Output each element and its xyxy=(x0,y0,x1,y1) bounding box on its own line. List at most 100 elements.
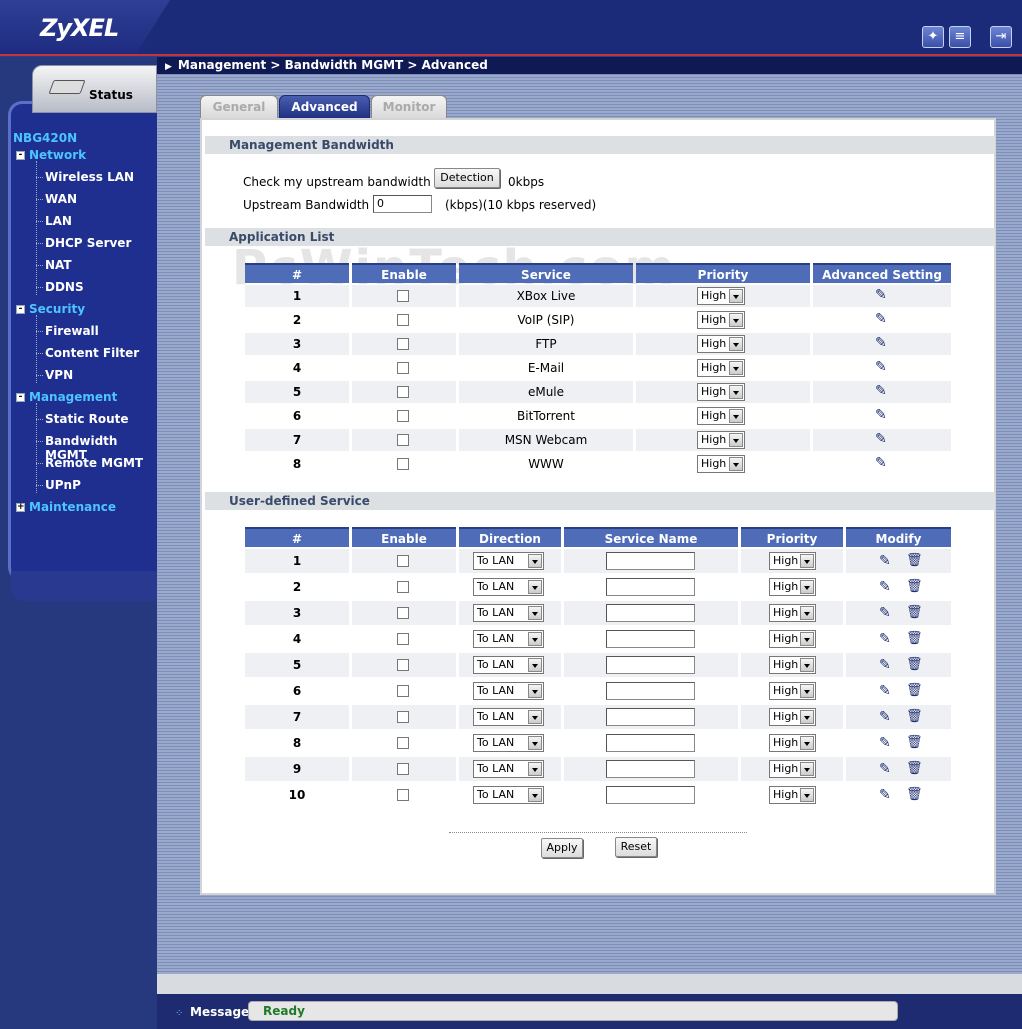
chevron-down-icon[interactable] xyxy=(528,710,542,724)
edit-icon[interactable]: ✎ xyxy=(879,606,893,620)
chevron-down-icon[interactable] xyxy=(528,736,542,750)
edit-icon[interactable]: ✎ xyxy=(875,288,889,302)
nav-item-content-filter[interactable]: Content Filter xyxy=(45,346,139,360)
chevron-down-icon[interactable] xyxy=(528,684,542,698)
service-name-input[interactable] xyxy=(606,760,695,778)
chevron-down-icon[interactable] xyxy=(528,554,542,568)
edit-icon[interactable]: ✎ xyxy=(875,336,889,350)
direction-select[interactable]: To LAN xyxy=(473,630,544,648)
app-priority-select[interactable]: High xyxy=(697,335,745,353)
direction-select[interactable]: To LAN xyxy=(473,708,544,726)
service-name-input[interactable] xyxy=(606,786,695,804)
user-enable-checkbox[interactable] xyxy=(397,633,409,645)
trash-icon[interactable]: 🗑 xyxy=(906,580,923,593)
app-enable-checkbox[interactable] xyxy=(397,458,409,470)
nav-item-wireless-lan[interactable]: Wireless LAN xyxy=(45,170,134,184)
service-name-input[interactable] xyxy=(606,682,695,700)
chevron-down-icon[interactable] xyxy=(800,606,814,620)
user-enable-checkbox[interactable] xyxy=(397,581,409,593)
apply-button[interactable]: Apply xyxy=(541,838,583,858)
reset-button[interactable]: Reset xyxy=(615,837,657,857)
nav-item-wan[interactable]: WAN xyxy=(45,192,77,206)
app-priority-select[interactable]: High xyxy=(697,383,745,401)
tab-monitor[interactable]: Monitor xyxy=(371,95,447,119)
service-name-input[interactable] xyxy=(606,708,695,726)
service-name-input[interactable] xyxy=(606,630,695,648)
app-priority-select[interactable]: High xyxy=(697,311,745,329)
user-enable-checkbox[interactable] xyxy=(397,711,409,723)
trash-icon[interactable]: 🗑 xyxy=(906,736,923,749)
edit-icon[interactable]: ✎ xyxy=(875,408,889,422)
direction-select[interactable]: To LAN xyxy=(473,786,544,804)
tab-advanced[interactable]: Advanced xyxy=(279,95,370,119)
direction-select[interactable]: To LAN xyxy=(473,760,544,778)
user-priority-select[interactable]: High xyxy=(769,630,816,648)
chevron-down-icon[interactable] xyxy=(800,736,814,750)
trash-icon[interactable]: 🗑 xyxy=(906,606,923,619)
nav-section-management[interactable]: - Management xyxy=(16,390,117,404)
about-icon[interactable]: ≡ xyxy=(949,26,971,48)
app-priority-select[interactable]: High xyxy=(697,431,745,449)
direction-select[interactable]: To LAN xyxy=(473,552,544,570)
nav-item-nat[interactable]: NAT xyxy=(45,258,72,272)
user-priority-select[interactable]: High xyxy=(769,552,816,570)
trash-icon[interactable]: 🗑 xyxy=(906,632,923,645)
user-enable-checkbox[interactable] xyxy=(397,789,409,801)
nav-item-dhcp-server[interactable]: DHCP Server xyxy=(45,236,131,250)
app-enable-checkbox[interactable] xyxy=(397,314,409,326)
chevron-down-icon[interactable] xyxy=(800,632,814,646)
edit-icon[interactable]: ✎ xyxy=(879,580,893,594)
chevron-down-icon[interactable] xyxy=(800,762,814,776)
trash-icon[interactable]: 🗑 xyxy=(906,788,923,801)
user-enable-checkbox[interactable] xyxy=(397,607,409,619)
app-priority-select[interactable]: High xyxy=(697,455,745,473)
user-priority-select[interactable]: High xyxy=(769,760,816,778)
edit-icon[interactable]: ✎ xyxy=(879,736,893,750)
nav-item-upnp[interactable]: UPnP xyxy=(45,478,81,492)
edit-icon[interactable]: ✎ xyxy=(879,788,893,802)
user-priority-select[interactable]: High xyxy=(769,578,816,596)
user-enable-checkbox[interactable] xyxy=(397,737,409,749)
direction-select[interactable]: To LAN xyxy=(473,604,544,622)
chevron-down-icon[interactable] xyxy=(729,433,743,447)
edit-icon[interactable]: ✎ xyxy=(875,360,889,374)
trash-icon[interactable]: 🗑 xyxy=(906,684,923,697)
user-priority-select[interactable]: High xyxy=(769,682,816,700)
collapse-icon[interactable]: - xyxy=(16,304,25,314)
chevron-down-icon[interactable] xyxy=(528,658,542,672)
user-enable-checkbox[interactable] xyxy=(397,659,409,671)
edit-icon[interactable]: ✎ xyxy=(879,710,893,724)
service-name-input[interactable] xyxy=(606,734,695,752)
direction-select[interactable]: To LAN xyxy=(473,578,544,596)
chevron-down-icon[interactable] xyxy=(528,632,542,646)
nav-item-ddns[interactable]: DDNS xyxy=(45,280,84,294)
user-enable-checkbox[interactable] xyxy=(397,555,409,567)
app-priority-select[interactable]: High xyxy=(697,287,745,305)
chevron-down-icon[interactable] xyxy=(800,788,814,802)
trash-icon[interactable]: 🗑 xyxy=(906,658,923,671)
upstream-bandwidth-input[interactable]: 0 xyxy=(373,195,432,213)
user-priority-select[interactable]: High xyxy=(769,734,816,752)
app-enable-checkbox[interactable] xyxy=(397,410,409,422)
collapse-icon[interactable]: - xyxy=(16,150,25,160)
chevron-down-icon[interactable] xyxy=(729,337,743,351)
nav-item-lan[interactable]: LAN xyxy=(45,214,72,228)
chevron-down-icon[interactable] xyxy=(729,385,743,399)
edit-icon[interactable]: ✎ xyxy=(879,658,893,672)
trash-icon[interactable]: 🗑 xyxy=(906,762,923,775)
user-enable-checkbox[interactable] xyxy=(397,763,409,775)
direction-select[interactable]: To LAN xyxy=(473,656,544,674)
service-name-input[interactable] xyxy=(606,604,695,622)
chevron-down-icon[interactable] xyxy=(528,580,542,594)
chevron-down-icon[interactable] xyxy=(800,710,814,724)
chevron-down-icon[interactable] xyxy=(528,788,542,802)
chevron-down-icon[interactable] xyxy=(528,762,542,776)
chevron-down-icon[interactable] xyxy=(729,457,743,471)
nav-item-remote-mgmt[interactable]: Remote MGMT xyxy=(45,456,143,470)
edit-icon[interactable]: ✎ xyxy=(875,384,889,398)
edit-icon[interactable]: ✎ xyxy=(875,432,889,446)
nav-item-vpn[interactable]: VPN xyxy=(45,368,73,382)
app-enable-checkbox[interactable] xyxy=(397,362,409,374)
service-name-input[interactable] xyxy=(606,578,695,596)
app-enable-checkbox[interactable] xyxy=(397,386,409,398)
